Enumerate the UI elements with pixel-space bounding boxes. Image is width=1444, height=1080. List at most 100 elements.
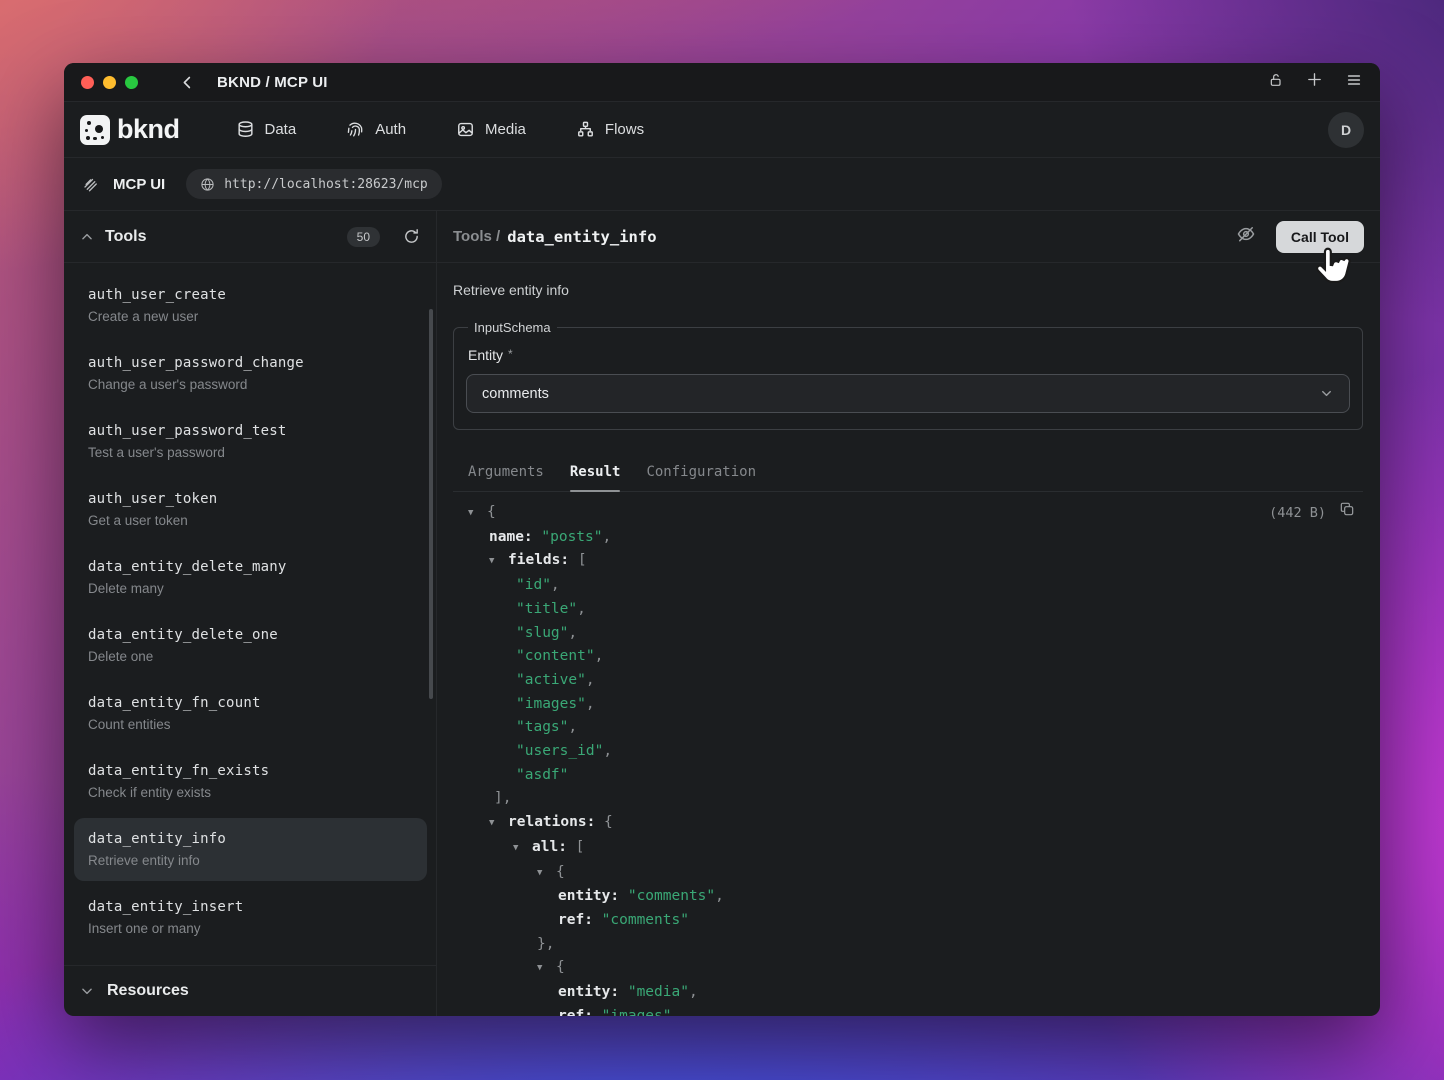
tool-description-short: Delete one (88, 646, 413, 667)
input-schema-fieldset: InputSchema Entity* comments (453, 320, 1363, 430)
workflow-icon (576, 120, 595, 139)
json-line: "id", (453, 574, 1363, 598)
tool-list-item[interactable]: auth_user_token Get a user token (74, 478, 427, 541)
collapse-triangle-icon[interactable]: ▼ (537, 957, 556, 981)
user-avatar[interactable]: D (1328, 112, 1364, 148)
collapse-triangle-icon[interactable]: ▼ (537, 862, 556, 886)
json-line: "title", (453, 598, 1363, 622)
minimize-window-button[interactable] (103, 76, 116, 89)
tool-list-item[interactable]: auth_user_create Create a new user (74, 274, 427, 337)
tab-result[interactable]: Result (570, 452, 621, 491)
json-line: ], (453, 787, 1363, 811)
json-result-view: (442 B) ▼{name: "posts",▼fields: ["id","… (453, 501, 1363, 1016)
tool-list-item[interactable]: data_entity_fn_count Count entities (74, 682, 427, 745)
tool-list-item[interactable]: data_entity_insert Insert one or many (74, 886, 427, 949)
tool-description-short: Retrieve entity info (88, 850, 413, 871)
tool-description: Retrieve entity info (453, 282, 1363, 298)
chevron-down-icon (80, 984, 94, 998)
back-button[interactable] (180, 75, 195, 90)
tool-name: auth_user_password_change (88, 352, 413, 374)
tool-description-short: Delete many (88, 578, 413, 599)
close-window-button[interactable] (81, 76, 94, 89)
json-line: "users_id", (453, 740, 1363, 764)
copy-icon[interactable] (1339, 501, 1355, 526)
tool-description-short: Test a user's password (88, 442, 413, 463)
result-size: (442 B) (1269, 502, 1326, 526)
brand-wordmark: bknd (117, 114, 180, 145)
menu-icon[interactable] (1345, 72, 1363, 93)
tool-detail-panel: Tools / data_entity_info Call Tool Retri… (437, 211, 1380, 1016)
refresh-tools-button[interactable] (403, 228, 420, 245)
json-lines: ▼{name: "posts",▼fields: ["id","title","… (453, 501, 1363, 1016)
breadcrumb-tools[interactable]: Tools / (453, 228, 500, 245)
tool-list-item[interactable]: data_entity_delete_many Delete many (74, 546, 427, 609)
new-tab-icon[interactable] (1306, 71, 1323, 93)
json-line: "slug", (453, 622, 1363, 646)
breadcrumb-tool-name: data_entity_info (507, 228, 656, 246)
json-line: ▼all: [ (453, 836, 1363, 861)
zoom-window-button[interactable] (125, 76, 138, 89)
collapse-triangle-icon[interactable]: ▼ (489, 550, 508, 574)
nav-item-auth[interactable]: Auth (346, 120, 406, 139)
sidebar-scrollbar[interactable] (429, 309, 433, 699)
tool-list: auth_user_create Create a new user auth_… (64, 263, 436, 965)
json-line: ref: "comments" (453, 909, 1363, 933)
resources-section-title: Resources (107, 982, 189, 1000)
entity-field-label: Entity* (466, 347, 1350, 363)
collapse-triangle-icon[interactable]: ▼ (489, 812, 508, 836)
chevron-left-icon (180, 75, 195, 90)
entity-select[interactable]: comments (466, 374, 1350, 413)
tool-name: data_entity_info (88, 828, 413, 850)
page-title: MCP UI (113, 176, 165, 193)
tool-name: auth_user_create (88, 284, 413, 306)
tool-name: auth_user_password_test (88, 420, 413, 442)
globe-icon (200, 177, 215, 192)
tools-section-header[interactable]: Tools 50 (64, 211, 436, 263)
tool-name: data_entity_delete_one (88, 624, 413, 646)
lock-icon[interactable] (1268, 72, 1284, 93)
tab-configuration[interactable]: Configuration (646, 452, 756, 491)
nav-item-data[interactable]: Data (236, 120, 297, 139)
tools-sidebar: Tools 50 auth_user_create Create a new u… (64, 211, 437, 1016)
collapse-triangle-icon[interactable]: ▼ (513, 837, 532, 861)
json-line: ▼{ (453, 956, 1363, 981)
tool-list-item[interactable]: data_entity_info Retrieve entity info (74, 818, 427, 881)
collapse-triangle-icon[interactable]: ▼ (468, 502, 487, 526)
json-line: "tags", (453, 716, 1363, 740)
nav-item-label: Data (265, 121, 297, 138)
json-line: name: "posts", (453, 526, 1363, 550)
json-line: }, (453, 933, 1363, 957)
fingerprint-icon (346, 120, 365, 139)
tool-name: data_entity_delete_many (88, 556, 413, 578)
image-icon (456, 120, 475, 139)
avatar-initial: D (1341, 122, 1351, 138)
tool-list-item[interactable]: auth_user_password_test Test a user's pa… (74, 410, 427, 473)
tool-list-item[interactable]: auth_user_password_change Change a user'… (74, 342, 427, 405)
tool-list-item[interactable]: data_entity_delete_one Delete one (74, 614, 427, 677)
tool-description-short: Count entities (88, 714, 413, 735)
brand-logo[interactable]: bknd (80, 114, 180, 145)
window-titlebar: BKND / MCP UI (64, 63, 1380, 102)
json-line: ▼fields: [ (453, 549, 1363, 574)
breadcrumb-bar: MCP UI http://localhost:28623/mcp (64, 158, 1380, 211)
window-title: BKND / MCP UI (217, 74, 328, 91)
tool-name: data_entity_insert (88, 896, 413, 918)
tool-list-item[interactable]: data_entity_fn_exists Check if entity ex… (74, 750, 427, 813)
resources-section-header[interactable]: Resources (64, 965, 436, 1016)
desktop-wallpaper: BKND / MCP UI (0, 0, 1444, 1080)
bknd-logo-icon (80, 115, 110, 145)
server-url-pill[interactable]: http://localhost:28623/mcp (186, 169, 442, 199)
nav-item-label: Auth (375, 121, 406, 138)
nav-item-label: Flows (605, 121, 644, 138)
nav-item-media[interactable]: Media (456, 120, 526, 139)
required-mark: * (508, 347, 513, 361)
nav-item-flows[interactable]: Flows (576, 120, 644, 139)
tool-description-short: Create a new user (88, 306, 413, 327)
tab-arguments[interactable]: Arguments (468, 452, 544, 491)
database-icon (236, 120, 255, 139)
traffic-lights (81, 76, 138, 89)
tool-name: data_entity_fn_count (88, 692, 413, 714)
json-line: "active", (453, 669, 1363, 693)
eye-off-icon[interactable] (1236, 224, 1256, 249)
call-tool-button[interactable]: Call Tool (1276, 221, 1364, 253)
